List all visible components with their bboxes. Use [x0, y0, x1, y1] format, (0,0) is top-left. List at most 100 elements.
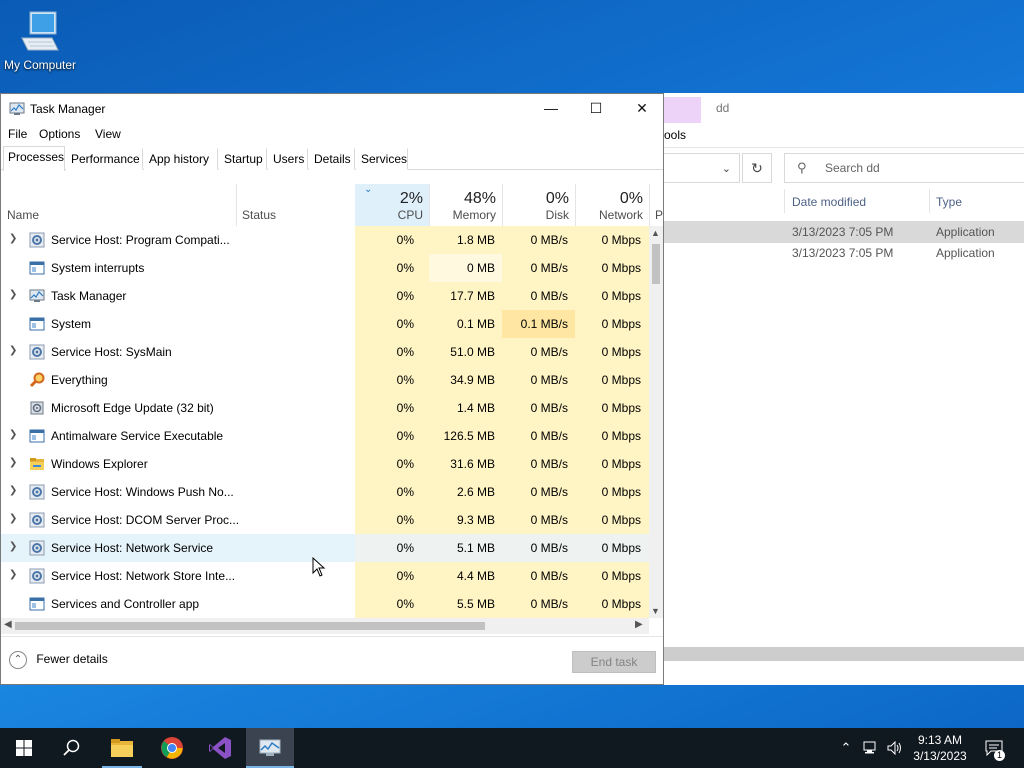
search-input[interactable]: ⚲ Search dd	[784, 153, 1024, 183]
process-row[interactable]: System interrupts 0% 0 MB 0 MB/s 0 Mbps	[1, 254, 649, 282]
process-disk: 0 MB/s	[530, 597, 568, 611]
scroll-left-icon[interactable]: ◀	[4, 619, 12, 630]
vertical-scrollbar[interactable]: ▲ ▼	[649, 226, 663, 618]
menu-options[interactable]: Options	[39, 127, 80, 141]
explorer-horizontal-scrollbar[interactable]	[664, 647, 1024, 661]
tray-overflow-button[interactable]: ⌃	[836, 728, 856, 768]
expand-chevron-icon[interactable]: ❯	[9, 345, 17, 356]
scroll-thumb[interactable]	[652, 244, 660, 284]
scroll-down-icon[interactable]: ▼	[651, 606, 660, 616]
maximize-button[interactable]: ☐	[573, 94, 619, 124]
horizontal-scrollbar[interactable]: ◀ ▶	[1, 618, 649, 634]
process-row[interactable]: ❯ Service Host: Program Compati... 0% 1.8 M…	[1, 226, 649, 254]
process-row[interactable]: System 0% 0.1 MB 0.1 MB/s 0 Mbps	[1, 310, 649, 338]
scroll-right-icon[interactable]: ▶	[635, 619, 643, 630]
process-row[interactable]: Services and Controller app 0% 5.5 MB 0 MB/…	[1, 590, 649, 618]
process-cpu: 0%	[396, 233, 414, 247]
process-row[interactable]: ❯ Windows Explorer 0% 31.6 MB 0 MB/s 0 Mbps	[1, 450, 649, 478]
file-explorer-icon	[111, 739, 133, 757]
expand-chevron-icon[interactable]: ❯	[9, 569, 17, 580]
column-header-type[interactable]: Type	[936, 189, 962, 213]
close-button[interactable]: ✕	[619, 94, 665, 124]
column-separator	[784, 189, 785, 213]
ribbon-tab-highlight[interactable]	[664, 97, 701, 123]
process-row[interactable]: Everything 0% 34.9 MB 0 MB/s 0 Mbps	[1, 366, 649, 394]
menu-view[interactable]: View	[95, 127, 121, 141]
search-button[interactable]	[48, 728, 96, 768]
chevron-down-icon[interactable]: ⌄	[722, 162, 731, 175]
cpu-cell-bg	[355, 366, 429, 394]
tab-processes[interactable]: Processes	[3, 146, 65, 171]
refresh-button[interactable]: ↻	[742, 153, 772, 183]
cpu-cell-bg	[355, 562, 429, 590]
gear-icon	[29, 344, 45, 360]
address-bar[interactable]: ⌄	[664, 153, 740, 183]
cpu-cell-bg	[355, 534, 429, 562]
expand-chevron-icon[interactable]: ❯	[9, 485, 17, 496]
process-row[interactable]: ❯ Task Manager 0% 17.7 MB 0 MB/s 0 Mbps	[1, 282, 649, 310]
fewer-details-button[interactable]: ⌃ Fewer details	[9, 651, 108, 669]
tab-performance[interactable]: Performance	[66, 148, 143, 170]
clock-time: 9:13 AM	[917, 733, 963, 747]
process-name: System	[51, 317, 92, 331]
expand-chevron-icon[interactable]: ❯	[9, 541, 17, 552]
file-explorer-window[interactable]: dd ools ⌄ ↻ ⚲ Search dd Date modified Ty…	[664, 93, 1024, 685]
taskbar-task-manager[interactable]	[246, 728, 294, 768]
magnifier-icon	[29, 372, 45, 388]
process-disk: 0 MB/s	[530, 289, 568, 303]
notification-center-button[interactable]: 1	[980, 728, 1008, 768]
taskbar-clock[interactable]: 9:13 AM 3/13/2023	[900, 732, 980, 764]
title-bar[interactable]: Task Manager — ☐ ✕	[1, 94, 663, 124]
column-header-memory[interactable]: 48% Memory	[429, 184, 502, 226]
column-header-status[interactable]: Status	[236, 184, 355, 226]
start-icon	[16, 740, 32, 756]
chevron-up-icon: ⌃	[9, 651, 27, 669]
ribbon-tools-label[interactable]: ools	[664, 128, 686, 142]
window-icon	[29, 260, 45, 276]
column-header-power[interactable]: P	[649, 184, 663, 226]
process-row[interactable]: ❯ Antimalware Service Executable 0% 126.5 M…	[1, 422, 649, 450]
column-header-network[interactable]: 0% Network	[575, 184, 649, 226]
task-manager-window[interactable]: Task Manager — ☐ ✕ File Options View Pro…	[0, 93, 664, 685]
expand-chevron-icon[interactable]: ❯	[9, 513, 17, 524]
gear-icon	[29, 568, 45, 584]
process-row[interactable]: ❯ Service Host: SysMain 0% 51.0 MB 0 MB/s 0 M…	[1, 338, 649, 366]
file-row[interactable]: 3/13/2023 7:05 PM Application	[664, 221, 1024, 243]
tab-services[interactable]: Services	[356, 148, 408, 170]
tab-details[interactable]: Details	[309, 148, 355, 170]
minimize-button[interactable]: —	[528, 94, 574, 124]
taskbar-file-explorer[interactable]	[98, 728, 146, 768]
menu-file[interactable]: File	[8, 127, 27, 141]
taskbar-chrome[interactable]	[148, 728, 196, 768]
column-header-disk[interactable]: 0% Disk	[502, 184, 575, 226]
expand-chevron-icon[interactable]: ❯	[9, 429, 17, 440]
cpu-cell-bg	[355, 226, 429, 254]
expand-chevron-icon[interactable]: ❯	[9, 457, 17, 468]
column-header-date-modified[interactable]: Date modified	[792, 189, 866, 213]
file-row[interactable]: 3/13/2023 7:05 PM Application	[664, 242, 1024, 264]
desktop-icon-my-computer[interactable]: My Computer	[0, 8, 80, 72]
process-row[interactable]: Microsoft Edge Update (32 bit) 0% 1.4 MB 0 …	[1, 394, 649, 422]
tab-startup[interactable]: Startup	[219, 148, 267, 170]
tab-users[interactable]: Users	[268, 148, 308, 170]
process-network: 0 Mbps	[601, 373, 641, 387]
process-row[interactable]: ❯ Service Host: Windows Push No... 0% 2.6 M…	[1, 478, 649, 506]
taskbar-visual-studio[interactable]	[196, 728, 244, 768]
tab-app-history[interactable]: App history	[144, 148, 218, 170]
column-header-cpu[interactable]: ⌄ 2% CPU	[355, 184, 429, 226]
scroll-thumb[interactable]	[15, 622, 485, 630]
expand-chevron-icon[interactable]: ❯	[9, 233, 17, 244]
process-network: 0 Mbps	[601, 513, 641, 527]
process-network: 0 Mbps	[601, 401, 641, 415]
window-icon	[29, 316, 45, 332]
network-tray-button[interactable]	[860, 728, 882, 768]
network-icon	[863, 741, 876, 754]
expand-chevron-icon[interactable]: ❯	[9, 289, 17, 300]
end-task-button[interactable]: End task	[572, 651, 656, 673]
process-row[interactable]: ❯ Service Host: DCOM Server Proc... 0% 9.3 …	[1, 506, 649, 534]
header-name-label: Name	[7, 208, 40, 222]
column-header-name[interactable]: Name	[1, 184, 236, 226]
scroll-up-icon[interactable]: ▲	[651, 228, 660, 238]
start-button[interactable]	[0, 728, 48, 768]
process-disk: 0 MB/s	[530, 541, 568, 555]
